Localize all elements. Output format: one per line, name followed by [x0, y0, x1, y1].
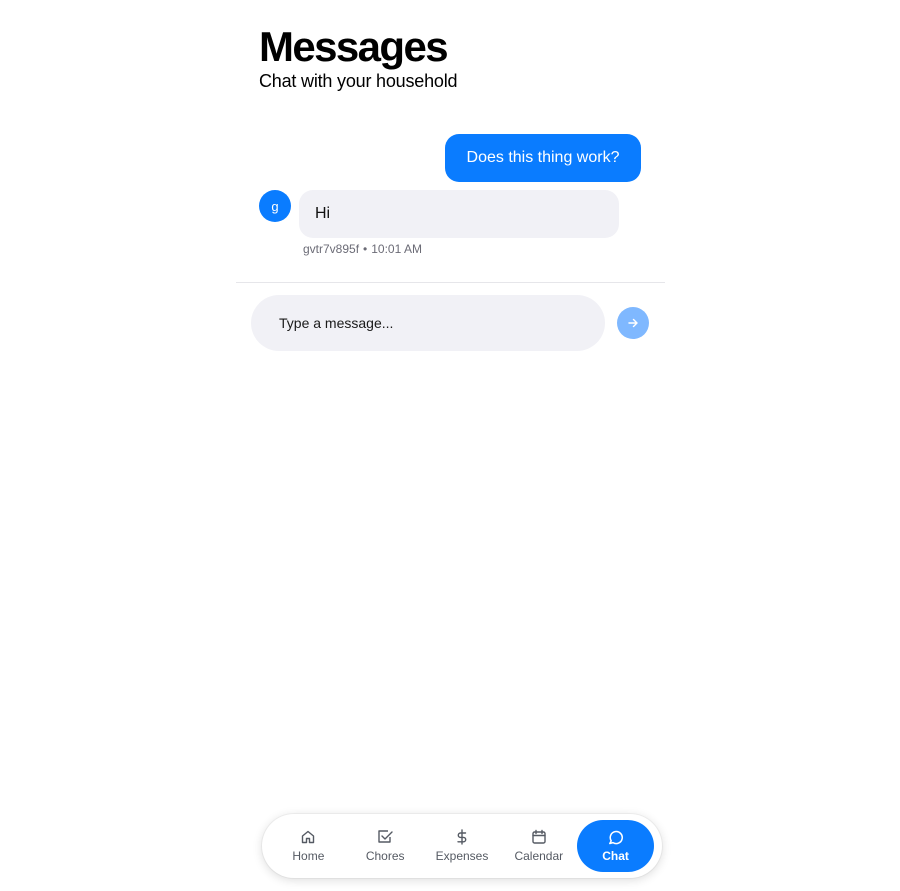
- calendar-icon: [532, 829, 546, 844]
- home-icon: [302, 830, 315, 844]
- tab-home-label: Home: [292, 849, 325, 863]
- tab-calendar-label: Calendar: [514, 849, 564, 863]
- message-meta: gvtr7v895f • 10:01 AM: [303, 242, 422, 256]
- chat-bubble-icon: [608, 830, 623, 845]
- tab-expenses-label: Expenses: [435, 849, 489, 863]
- bottom-navigation: Home Chores Expenses Calendar Chat: [262, 814, 662, 878]
- avatar: g: [259, 190, 291, 222]
- tab-home[interactable]: Home: [270, 820, 347, 872]
- composer-divider: [236, 282, 665, 283]
- checkbox-icon: [378, 830, 393, 843]
- page-header: Messages Chat with your household: [259, 23, 458, 92]
- tab-chores-label: Chores: [365, 849, 405, 863]
- message-input[interactable]: [279, 315, 605, 331]
- tab-expenses[interactable]: Expenses: [424, 820, 501, 872]
- outgoing-message-bubble: Does this thing work?: [445, 134, 641, 182]
- tab-chores[interactable]: Chores: [347, 820, 424, 872]
- tab-chat-label: Chat: [602, 849, 629, 863]
- arrow-right-icon: [628, 318, 638, 328]
- tab-calendar[interactable]: Calendar: [500, 820, 577, 872]
- tab-chat[interactable]: Chat: [577, 820, 654, 872]
- message-time: 10:01 AM: [371, 242, 422, 256]
- incoming-message-text: Hi: [315, 205, 331, 222]
- meta-separator: •: [363, 242, 368, 256]
- send-button[interactable]: [617, 307, 649, 339]
- page-title: Messages: [259, 23, 449, 70]
- message-input-container[interactable]: [251, 295, 605, 351]
- incoming-message-bubble: Hi: [299, 190, 619, 238]
- message-sender: gvtr7v895f: [303, 242, 360, 256]
- page-subtitle: Chat with your household: [259, 71, 458, 91]
- dollar-icon: [457, 829, 467, 845]
